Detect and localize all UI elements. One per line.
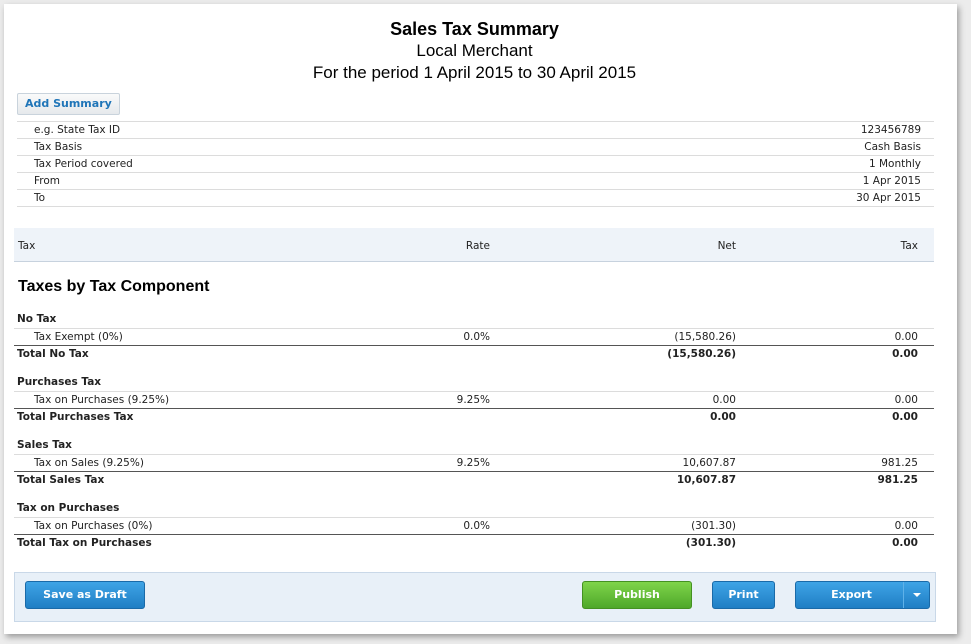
summary-key: Tax Period covered: [34, 158, 133, 170]
summary-key: Tax Basis: [34, 141, 83, 153]
total-name: Total No Tax: [17, 348, 89, 360]
column-header-tax: Tax: [18, 240, 36, 252]
total-tax: 0.00: [892, 348, 918, 360]
summary-row: Tax Period covered 1 Monthly: [17, 156, 934, 173]
summary-value: 1 Monthly: [868, 158, 921, 170]
tax-group-name: Tax on Purchases: [17, 502, 120, 514]
organisation-name: Local Merchant: [416, 41, 533, 60]
total-tax: 0.00: [892, 411, 918, 423]
tax-group: Tax on Purchases Tax on Purchases (0%) 0…: [14, 500, 934, 552]
row-rate: 0.0%: [463, 520, 490, 532]
summary-row: From 1 Apr 2015: [17, 173, 934, 190]
total-net: 10,607.87: [676, 474, 736, 486]
total-row: Total Tax on Purchases (301.30) 0.00: [14, 534, 934, 552]
save-as-draft-label: Save as Draft: [43, 588, 127, 601]
table-column-header: Tax Rate Net Tax: [14, 228, 934, 262]
report-window: Sales Tax Summary Local Merchant For the…: [4, 4, 957, 634]
total-name: Total Purchases Tax: [17, 411, 134, 423]
table-row: Tax on Sales (9.25%) 9.25% 10,607.87 981…: [14, 454, 934, 471]
summary-key: e.g. State Tax ID: [34, 124, 121, 136]
summary-value: 123456789: [860, 124, 921, 136]
row-tax-name: Tax on Purchases (0%): [34, 520, 153, 532]
total-row: Total Sales Tax 10,607.87 981.25: [14, 471, 934, 489]
summary-key: To: [34, 192, 46, 204]
export-button[interactable]: Export: [795, 581, 930, 609]
summary-value: 30 Apr 2015: [856, 192, 921, 204]
row-tax: 0.00: [894, 331, 918, 343]
summary-details: e.g. State Tax ID 123456789 Tax Basis Ca…: [17, 121, 934, 207]
summary-value: 1 Apr 2015: [862, 175, 921, 187]
print-label: Print: [728, 588, 759, 601]
total-name: Total Tax on Purchases: [17, 537, 152, 549]
total-tax: 981.25: [877, 474, 918, 486]
export-label: Export: [831, 588, 872, 601]
tax-group-name: No Tax: [17, 313, 57, 325]
row-tax-name: Tax Exempt (0%): [34, 331, 123, 343]
tax-group-name: Purchases Tax: [17, 376, 102, 388]
action-bar: Save as Draft Publish Print Export: [14, 572, 936, 622]
total-name: Total Sales Tax: [17, 474, 105, 486]
tax-group: Sales Tax Tax on Sales (9.25%) 9.25% 10,…: [14, 437, 934, 489]
column-header-rate: Rate: [465, 240, 490, 252]
summary-row: To 30 Apr 2015: [17, 190, 934, 207]
publish-button[interactable]: Publish: [582, 581, 692, 609]
report-title: Sales Tax Summary: [390, 19, 559, 39]
summary-value: Cash Basis: [864, 141, 921, 153]
row-rate: 9.25%: [456, 394, 490, 406]
tax-group: Purchases Tax Tax on Purchases (9.25%) 9…: [14, 374, 934, 426]
row-net: (15,580.26): [674, 331, 736, 343]
table-row: Tax on Purchases (0%) 0.0% (301.30) 0.00: [14, 517, 934, 534]
total-row: Total No Tax (15,580.26) 0.00: [14, 345, 934, 363]
print-button[interactable]: Print: [712, 581, 775, 609]
tax-group: No Tax Tax Exempt (0%) 0.0% (15,580.26) …: [14, 311, 934, 363]
total-net: (301.30): [685, 537, 736, 549]
summary-key: From: [34, 175, 61, 187]
tax-group-name: Sales Tax: [17, 439, 72, 451]
row-tax-name: Tax on Purchases (9.25%): [34, 394, 170, 406]
row-tax: 0.00: [894, 394, 918, 406]
row-net: (301.30): [691, 520, 736, 532]
row-tax: 981.25: [881, 457, 918, 469]
row-rate: 0.0%: [463, 331, 490, 343]
row-tax: 0.00: [894, 520, 918, 532]
summary-row: e.g. State Tax ID 123456789: [17, 122, 934, 139]
table-row: Tax on Purchases (9.25%) 9.25% 0.00 0.00: [14, 391, 934, 408]
total-tax: 0.00: [892, 537, 918, 549]
add-summary-button[interactable]: Add Summary: [17, 93, 120, 115]
column-header-tax-amount: Tax: [900, 240, 918, 252]
summary-row: Tax Basis Cash Basis: [17, 139, 934, 156]
row-net: 10,607.87: [682, 457, 736, 469]
total-net: 0.00: [710, 411, 736, 423]
report-header: Sales Tax Summary Local Merchant For the…: [4, 18, 945, 84]
total-net: (15,580.26): [667, 348, 736, 360]
chevron-down-icon[interactable]: [903, 582, 929, 608]
report-period: For the period 1 April 2015 to 30 April …: [312, 63, 637, 82]
row-net: 0.00: [712, 394, 736, 406]
publish-label: Publish: [614, 588, 660, 601]
table-row: Tax Exempt (0%) 0.0% (15,580.26) 0.00: [14, 328, 934, 345]
row-tax-name: Tax on Sales (9.25%): [34, 457, 144, 469]
section-title: Taxes by Tax Component: [18, 278, 210, 295]
total-row: Total Purchases Tax 0.00 0.00: [14, 408, 934, 426]
column-header-net: Net: [717, 240, 736, 252]
save-as-draft-button[interactable]: Save as Draft: [25, 581, 145, 609]
row-rate: 9.25%: [456, 457, 490, 469]
